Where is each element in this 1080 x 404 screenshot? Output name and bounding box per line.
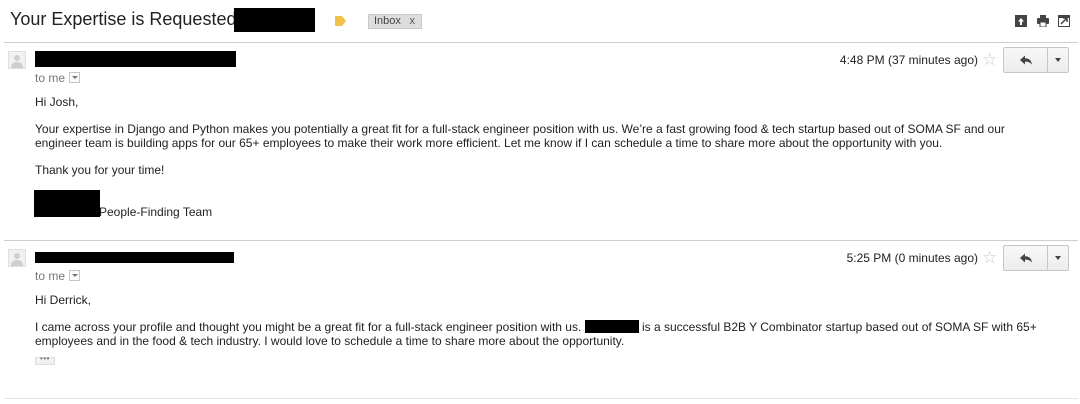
person-icon	[11, 253, 23, 266]
reply-button-group	[1003, 47, 1069, 73]
inbox-label-text: Inbox	[374, 15, 401, 27]
person-icon	[11, 55, 23, 68]
reply-arrow-icon	[1020, 253, 1032, 263]
important-label-icon[interactable]	[335, 16, 346, 26]
message-timestamp[interactable]: 5:25 PM (0 minutes ago)	[847, 251, 978, 265]
inbox-label-chip: Inbox x	[368, 14, 422, 29]
message-paragraph: Your expertise in Django and Python make…	[35, 122, 1005, 150]
show-trimmed-content-button[interactable]: •••	[35, 355, 55, 365]
reply-button[interactable]	[1004, 48, 1047, 72]
sender-avatar	[8, 51, 26, 69]
star-icon[interactable]: ☆	[982, 51, 997, 68]
redacted-signature-name	[34, 190, 100, 217]
new-window-icon[interactable]	[1058, 15, 1070, 27]
redacted-company-name	[234, 8, 315, 32]
recipient-line[interactable]: to me	[35, 269, 81, 283]
thread-subject: Your Expertise is Requested at	[10, 9, 257, 29]
reply-button[interactable]	[1004, 246, 1047, 270]
star-icon[interactable]: ☆	[982, 249, 997, 266]
message-paragraph: I came across your profile and thought y…	[35, 320, 1045, 348]
message-paragraph-start: I came across your profile and thought y…	[35, 320, 582, 334]
message-signature: People-Finding Team	[99, 205, 213, 219]
show-details-dropdown[interactable]	[69, 270, 81, 281]
redacted-sender-name	[35, 51, 236, 67]
sender-avatar	[8, 249, 26, 267]
reply-button-group	[1003, 245, 1069, 271]
message-greeting: Hi Derrick,	[35, 293, 91, 307]
show-details-dropdown[interactable]	[69, 72, 81, 83]
reply-arrow-icon	[1020, 55, 1032, 65]
print-icon[interactable]	[1037, 15, 1049, 27]
archive-icon[interactable]	[1015, 15, 1027, 27]
footer-divider	[4, 398, 1078, 399]
subject-bar: Your Expertise is Requested at Inbox x	[0, 0, 1080, 42]
more-options-button[interactable]	[1048, 246, 1068, 270]
message-1[interactable]: to me 4:48 PM (37 minutes ago) ☆ Hi Josh…	[0, 43, 1080, 240]
recipient-text: to me	[35, 71, 66, 85]
recipient-line[interactable]: to me	[35, 71, 81, 85]
more-options-button[interactable]	[1048, 48, 1068, 72]
message-2[interactable]: to me 5:25 PM (0 minutes ago) ☆ Hi Derri…	[0, 241, 1080, 399]
recipient-text: to me	[35, 269, 66, 283]
redacted-sender-name	[35, 252, 234, 263]
message-greeting: Hi Josh,	[35, 95, 79, 109]
redacted-company-name	[584, 320, 639, 333]
remove-label-button[interactable]: x	[410, 15, 416, 28]
message-timestamp[interactable]: 4:48 PM (37 minutes ago)	[840, 53, 978, 67]
message-closing: Thank you for your time!	[35, 163, 165, 177]
